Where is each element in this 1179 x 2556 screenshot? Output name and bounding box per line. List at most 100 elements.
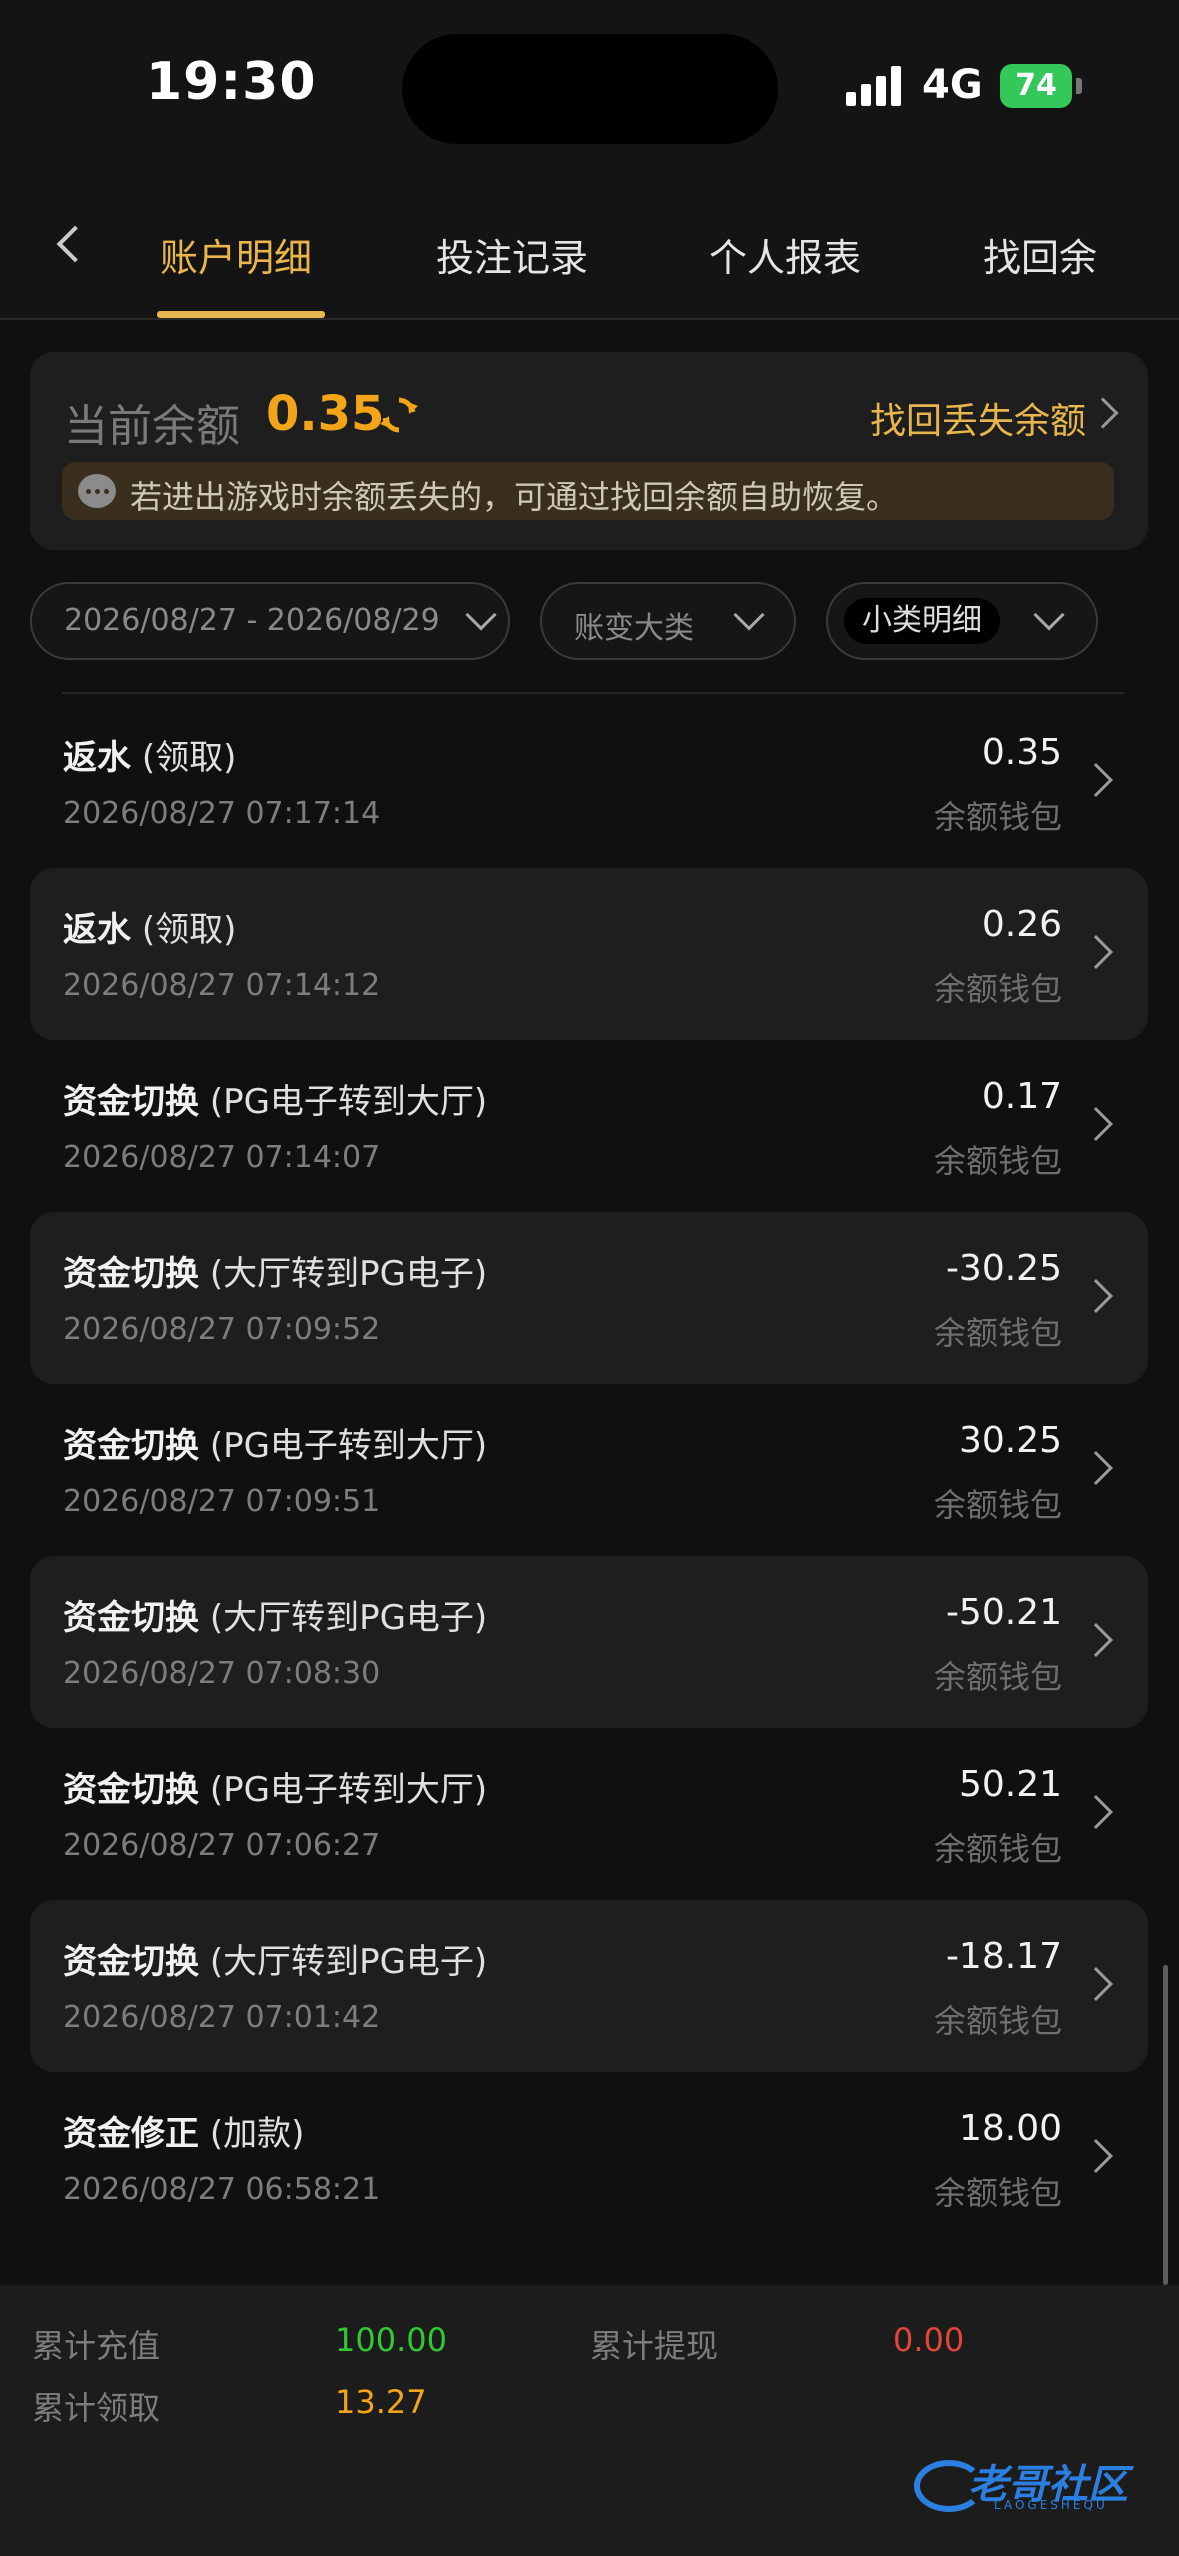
network-type: 4G [922,62,983,108]
transaction-wallet: 余额钱包 [933,2174,1062,2212]
transaction-type: 返水 [63,910,131,950]
transaction-wallet: 余额钱包 [933,970,1062,1008]
notice-text: 若进出游戏时余额丢失的，可通过找回余额自助恢复。 [130,478,899,516]
chevron-right-icon [1079,1451,1113,1485]
tab-recover-balance[interactable]: 找回余 [983,227,1097,282]
scrollbar[interactable] [1163,1965,1168,2285]
balance-card: 当前余额 0.35 找回丢失余额 若进出游戏时余额丢失的，可通过找回余额自助恢复… [30,352,1148,550]
transaction-type: 资金切换 [63,1942,199,1982]
transaction-title: 资金切换 (大厅转到PG电子) [63,1590,487,1639]
total-claimed-value: 13.27 [335,2383,427,2421]
divider [62,692,1124,694]
total-withdraw-label: 累计提现 [590,2327,719,2365]
chevron-down-icon [1033,599,1065,631]
transaction-wallet: 余额钱包 [933,2002,1062,2040]
status-time: 19:30 [146,52,317,112]
transaction-date: 2026/08/27 07:08:30 [63,1656,381,1691]
transaction-amount: 50.21 [958,1764,1062,1805]
total-withdraw-value: 0.00 [893,2321,965,2359]
transaction-detail: (PG电子转到大厅) [209,1426,488,1466]
transaction-list: 返水 (领取) 2026/08/27 07:17:14 0.35 余额钱包 返水… [30,696,1148,2244]
notice-banner: 若进出游戏时余额丢失的，可通过找回余额自助恢复。 [62,462,1114,520]
subcategory-chip: 小类明细 [844,598,1000,644]
recover-balance-link[interactable]: 找回丢失余额 [870,392,1086,444]
battery-icon: 74 [1000,64,1072,108]
transaction-row[interactable]: 返水 (领取) 2026/08/27 07:14:12 0.26 余额钱包 [30,868,1148,1040]
transaction-row[interactable]: 资金切换 (PG电子转到大厅) 2026/08/27 07:14:07 0.17… [30,1040,1148,1212]
category-filter[interactable]: 账变大类 [540,582,796,660]
refresh-icon[interactable] [378,394,420,436]
transaction-title: 资金切换 (PG电子转到大厅) [63,1418,487,1467]
tab-bar: 账户明细 投注记录 个人报表 找回余 [0,175,1179,320]
chevron-right-icon[interactable] [1087,397,1119,429]
transaction-row[interactable]: 资金切换 (大厅转到PG电子) 2026/08/27 07:01:42 -18.… [30,1900,1148,2072]
subcategory-filter[interactable]: 小类明细 [826,582,1098,660]
transaction-row[interactable]: 资金修正 (加款) 2026/08/27 06:58:21 18.00 余额钱包 [30,2072,1148,2244]
transaction-amount: 18.00 [958,2108,1062,2149]
transaction-detail: (领取) [141,738,237,778]
signal-icon [846,66,906,106]
transaction-title: 返水 (领取) [63,902,236,951]
back-icon[interactable] [56,225,94,263]
transaction-date: 2026/08/27 07:14:07 [63,1140,381,1175]
chevron-right-icon [1079,1967,1113,2001]
transaction-type: 资金切换 [63,1254,199,1294]
chevron-right-icon [1079,1795,1113,1829]
transaction-type: 资金切换 [63,1770,199,1810]
total-claimed-label: 累计领取 [32,2389,161,2427]
transaction-amount: 0.17 [981,1076,1062,1117]
chevron-right-icon [1079,1279,1113,1313]
transaction-date: 2026/08/27 07:09:52 [63,1312,381,1347]
transaction-detail: (PG电子转到大厅) [209,1770,488,1810]
balance-label: 当前余额 [64,401,240,452]
date-range-filter[interactable]: 2026/08/27 - 2026/08/29 [30,582,510,660]
transaction-type: 资金切换 [63,1598,199,1638]
battery-cap [1076,78,1082,94]
transaction-detail: (大厅转到PG电子) [209,1254,488,1294]
transaction-title: 返水 (领取) [63,730,236,779]
transaction-date: 2026/08/27 07:01:42 [63,2000,381,2035]
transaction-wallet: 余额钱包 [933,1486,1062,1524]
transaction-wallet: 余额钱包 [933,1830,1062,1868]
category-value: 账变大类 [574,611,694,646]
transaction-title: 资金修正 (加款) [63,2106,304,2155]
chevron-right-icon [1079,935,1113,969]
transaction-date: 2026/08/27 07:06:27 [63,1828,381,1863]
status-bar: 19:30 4G 74 [0,0,1179,175]
transaction-row[interactable]: 资金切换 (大厅转到PG电子) 2026/08/27 07:09:52 -30.… [30,1212,1148,1384]
tab-account-detail[interactable]: 账户明细 [160,227,312,282]
chat-bubble-icon [78,474,116,508]
transaction-detail: (PG电子转到大厅) [209,1082,488,1122]
transaction-date: 2026/08/27 07:17:14 [63,796,381,831]
transaction-title: 资金切换 (大厅转到PG电子) [63,1246,487,1295]
transaction-row[interactable]: 资金切换 (PG电子转到大厅) 2026/08/27 07:09:51 30.2… [30,1384,1148,1556]
active-tab-indicator [157,311,325,318]
watermark-subtext: LAOGESHEQU [994,2498,1108,2512]
transaction-title: 资金切换 (大厅转到PG电子) [63,1934,487,1983]
chevron-down-icon [733,599,765,631]
tab-bet-records[interactable]: 投注记录 [436,227,588,282]
chevron-right-icon [1079,763,1113,797]
transaction-wallet: 余额钱包 [933,798,1062,836]
total-deposit-label: 累计充值 [32,2327,161,2365]
transaction-type: 资金修正 [63,2114,199,2154]
tab-personal-report[interactable]: 个人报表 [709,227,861,282]
transaction-title: 资金切换 (PG电子转到大厅) [63,1074,487,1123]
transaction-amount: 30.25 [958,1420,1062,1461]
transaction-amount: -30.25 [945,1248,1062,1289]
transaction-row[interactable]: 资金切换 (大厅转到PG电子) 2026/08/27 07:08:30 -50.… [30,1556,1148,1728]
transaction-amount: -18.17 [945,1936,1062,1977]
chevron-right-icon [1079,1107,1113,1141]
transaction-type: 资金切换 [63,1426,199,1466]
watermark-logo: 老哥社区 LAOGESHEQU [910,2440,1170,2520]
transaction-detail: (加款) [209,2114,305,2154]
transaction-date: 2026/08/27 07:09:51 [63,1484,381,1519]
chevron-right-icon [1079,2139,1113,2173]
transaction-amount: 0.35 [981,732,1062,773]
transaction-title: 资金切换 (PG电子转到大厅) [63,1762,487,1811]
transaction-row[interactable]: 资金切换 (PG电子转到大厅) 2026/08/27 07:06:27 50.2… [30,1728,1148,1900]
transaction-date: 2026/08/27 07:14:12 [63,968,381,1003]
transaction-row[interactable]: 返水 (领取) 2026/08/27 07:17:14 0.35 余额钱包 [30,696,1148,868]
dynamic-island [402,34,778,144]
transaction-date: 2026/08/27 06:58:21 [63,2172,381,2207]
